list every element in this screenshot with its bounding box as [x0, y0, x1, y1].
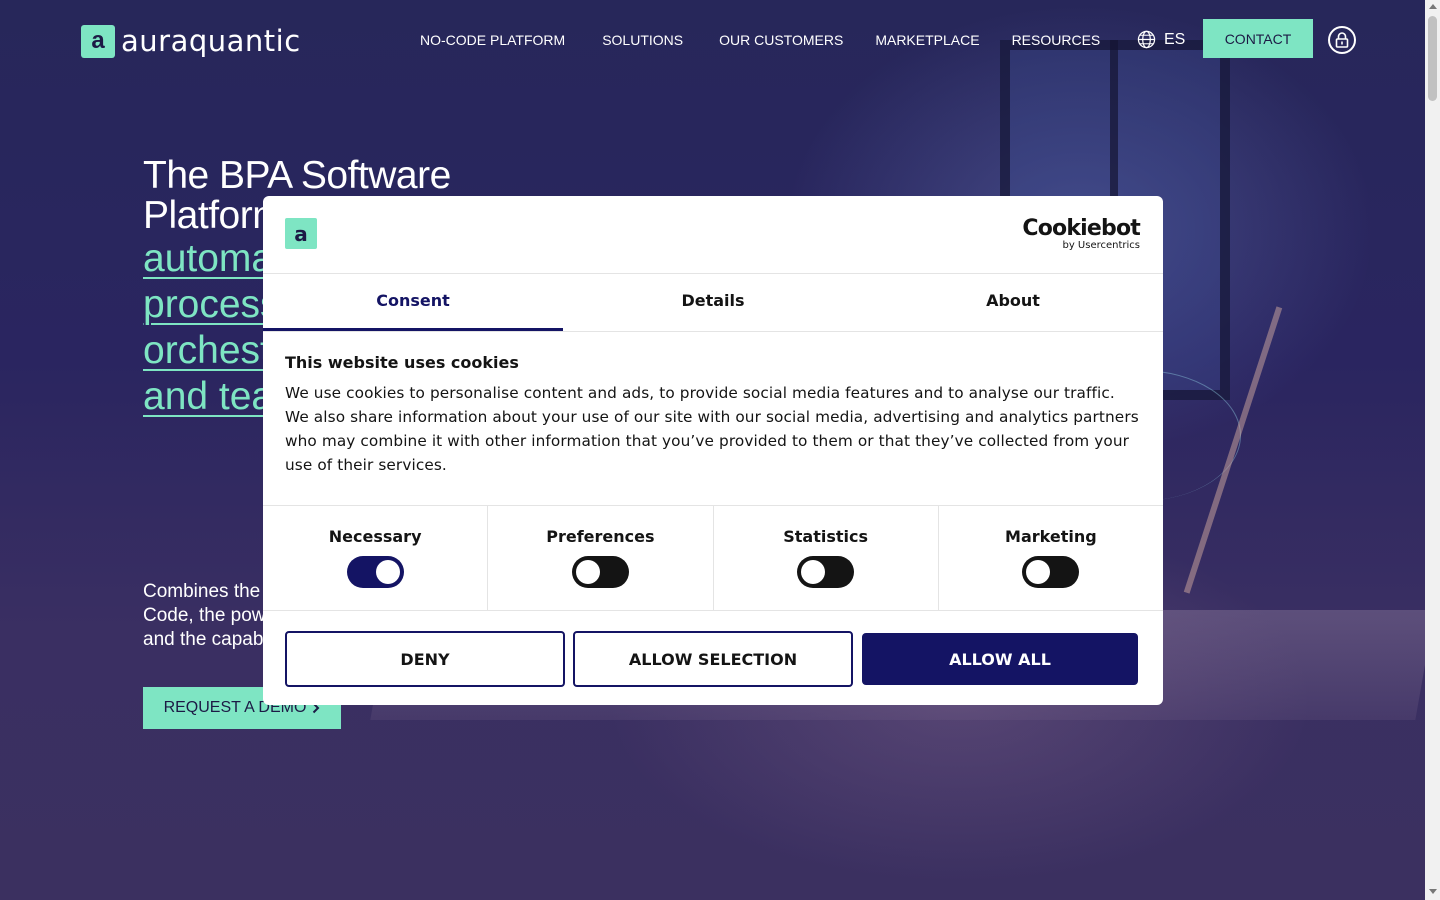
cookie-actions: DENY ALLOW SELECTION ALLOW ALL: [263, 611, 1163, 687]
toggle-label: Necessary: [328, 527, 422, 546]
toggle-knob: [801, 560, 826, 584]
hero-accent-line[interactable]: and tea: [143, 374, 280, 420]
hero-accent-line[interactable]: orchest: [143, 328, 280, 374]
contact-button[interactable]: CONTACT: [1203, 19, 1313, 58]
scroll-thumb[interactable]: [1428, 16, 1437, 101]
preferences-toggle[interactable]: [571, 556, 629, 588]
cookie-category-toggles: Necessary Preferences Statistics Marketi…: [263, 506, 1163, 611]
scroll-up-arrow-icon[interactable]: [1429, 4, 1437, 9]
necessary-toggle[interactable]: [346, 556, 404, 588]
tab-about[interactable]: About: [863, 274, 1163, 331]
main-nav: NO-CODE PLATFORM SOLUTIONS OUR CUSTOMERS…: [420, 32, 1136, 48]
nav-resources[interactable]: RESOURCES: [1012, 32, 1101, 48]
toggle-knob: [1026, 560, 1051, 584]
toggle-label: Statistics: [783, 527, 868, 546]
cookie-heading: This website uses cookies: [285, 353, 519, 372]
marketing-toggle[interactable]: [1022, 556, 1080, 588]
login-lock-icon[interactable]: [1328, 26, 1356, 54]
cookie-description: This website uses cookies We use cookies…: [263, 332, 1163, 506]
toggle-knob: [575, 560, 600, 584]
language-selector[interactable]: ES: [1137, 30, 1185, 49]
page-scrollbar[interactable]: [1425, 0, 1440, 900]
toggle-group-preferences: Preferences: [488, 506, 714, 610]
site-logo[interactable]: a auraquantic: [81, 24, 301, 58]
cookie-body-text: We use cookies to personalise content an…: [285, 384, 1139, 474]
cookiebot-name: Cookiebot: [1022, 216, 1140, 241]
lock-icon: [1335, 32, 1349, 48]
hero-title-line: The BPA Software: [143, 154, 451, 197]
allow-all-button[interactable]: ALLOW ALL: [862, 633, 1138, 685]
tab-details[interactable]: Details: [563, 274, 863, 331]
toggle-group-marketing: Marketing: [939, 506, 1163, 610]
hero-accent-line[interactable]: automa: [143, 236, 280, 282]
toggle-knob: [375, 560, 400, 584]
toggle-label: Preferences: [546, 527, 655, 546]
hero-accent-links: automa process orchest and tea: [143, 236, 280, 420]
site-logo-icon: a: [285, 218, 317, 249]
language-code: ES: [1164, 30, 1186, 48]
cookiebot-subtitle: by Usercentrics: [1062, 240, 1140, 251]
allow-selection-button[interactable]: ALLOW SELECTION: [573, 631, 853, 687]
cookie-dialog-header: a Cookiebot by Usercentrics: [263, 196, 1163, 274]
nav-solutions[interactable]: SOLUTIONS: [602, 32, 683, 48]
hero-subtitle-line: Code, the pow: [143, 605, 266, 626]
hero-subtitle: Combines the Code, the pow and the capab: [143, 580, 266, 652]
hero-accent-line[interactable]: process: [143, 282, 280, 328]
hero-subtitle-line: and the capab: [143, 629, 264, 650]
nav-our-customers[interactable]: OUR CUSTOMERS: [719, 32, 843, 48]
toggle-group-necessary: Necessary: [263, 506, 489, 610]
hero-subtitle-line: Combines the: [143, 581, 261, 602]
scroll-down-arrow-icon[interactable]: [1429, 889, 1437, 894]
logo-wordmark: auraquantic: [121, 24, 301, 58]
toggle-label: Marketing: [1005, 527, 1097, 546]
logo-mark-icon: a: [81, 24, 115, 58]
cookie-tabs: Consent Details About: [263, 274, 1163, 332]
nav-marketplace[interactable]: MARKETPLACE: [875, 32, 979, 48]
tab-consent[interactable]: Consent: [263, 274, 563, 331]
statistics-toggle[interactable]: [797, 556, 855, 588]
deny-button[interactable]: DENY: [285, 631, 565, 687]
toggle-group-statistics: Statistics: [714, 506, 939, 610]
globe-icon: [1137, 30, 1156, 49]
cookiebot-logo[interactable]: Cookiebot by Usercentrics: [1022, 218, 1140, 252]
nav-no-code-platform[interactable]: NO-CODE PLATFORM: [420, 32, 565, 48]
cookie-consent-dialog: a Cookiebot by Usercentrics Consent Deta…: [263, 196, 1163, 705]
